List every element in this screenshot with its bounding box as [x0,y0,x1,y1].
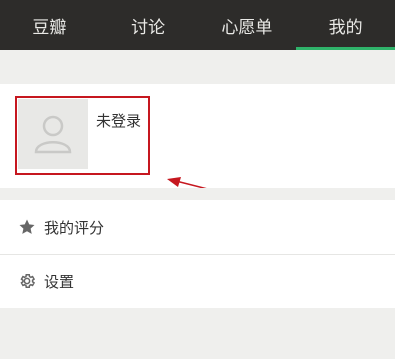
tab-douban[interactable]: 豆瓣 [0,0,99,50]
menu-item-settings[interactable]: 设置 [0,254,395,308]
menu-item-settings-label: 设置 [44,272,75,291]
menu-item-my-ratings[interactable]: 我的评分 [0,200,395,254]
section-gap [0,188,395,200]
gear-icon [16,270,38,292]
menu-divider [0,254,395,255]
highlight-box [15,96,150,175]
tab-wishlist-label: 心愿单 [221,17,273,38]
tab-discussion[interactable]: 讨论 [99,0,198,50]
tab-wishlist[interactable]: 心愿单 [198,0,297,50]
section-gap [0,50,395,84]
star-icon [16,216,38,238]
tab-mine-label: 我的 [328,17,363,38]
tab-discussion-label: 讨论 [131,17,166,38]
tab-douban-label: 豆瓣 [32,17,67,38]
menu-item-my-ratings-label: 我的评分 [44,218,105,237]
top-tab-bar: 豆瓣 讨论 心愿单 我的 [0,0,395,50]
tab-mine[interactable]: 我的 [296,0,395,50]
